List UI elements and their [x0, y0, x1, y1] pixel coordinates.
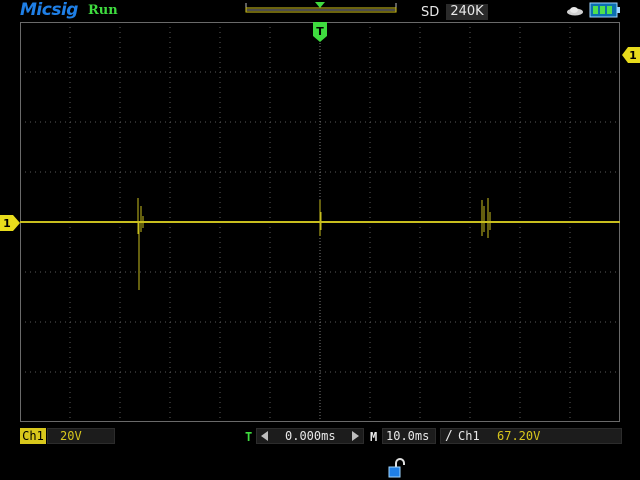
- trigger-delay-label: T: [245, 430, 253, 444]
- waveform-position-bracket[interactable]: [245, 0, 397, 20]
- arrow-right-icon[interactable]: [350, 431, 360, 441]
- arrow-left-icon[interactable]: [260, 431, 270, 441]
- run-status[interactable]: Run: [88, 3, 118, 18]
- trigger-delay-value: 0.000ms: [285, 429, 336, 443]
- bottom-status-bar: Ch1 20V T 0.000ms M 10.0ms / Ch1 67.20V: [0, 425, 640, 447]
- battery-icon: [589, 2, 620, 18]
- top-status-bar: Micsig Run SD 240K: [0, 0, 640, 22]
- ch1-vertical-scale[interactable]: 20V: [47, 428, 115, 444]
- trigger-letter: T: [316, 25, 324, 38]
- timebase-scale[interactable]: 10.0ms: [382, 428, 436, 444]
- svg-text:1: 1: [629, 49, 637, 62]
- trigger-source: Ch1: [458, 429, 480, 443]
- lock-icon[interactable]: [387, 458, 407, 478]
- trigger-level: 67.20V: [497, 429, 541, 443]
- waveform-display[interactable]: [20, 22, 620, 422]
- memory-depth[interactable]: 240K: [446, 4, 488, 20]
- ch1-label[interactable]: Ch1: [20, 428, 46, 444]
- storage-label: SD: [421, 5, 440, 20]
- ch1-ground-marker[interactable]: 1: [0, 215, 20, 231]
- brand-logo: Micsig: [20, 0, 78, 20]
- trigger-level-marker[interactable]: 1: [622, 47, 640, 63]
- trigger-delay-control[interactable]: 0.000ms: [256, 428, 364, 444]
- timebase-label: M: [370, 430, 378, 444]
- trigger-position-marker[interactable]: T: [313, 22, 327, 42]
- trigger-settings[interactable]: / Ch1 67.20V: [440, 428, 622, 444]
- cloud-icon: [567, 7, 583, 16]
- trigger-slope-icon: /: [445, 429, 453, 444]
- svg-text:1: 1: [3, 217, 11, 230]
